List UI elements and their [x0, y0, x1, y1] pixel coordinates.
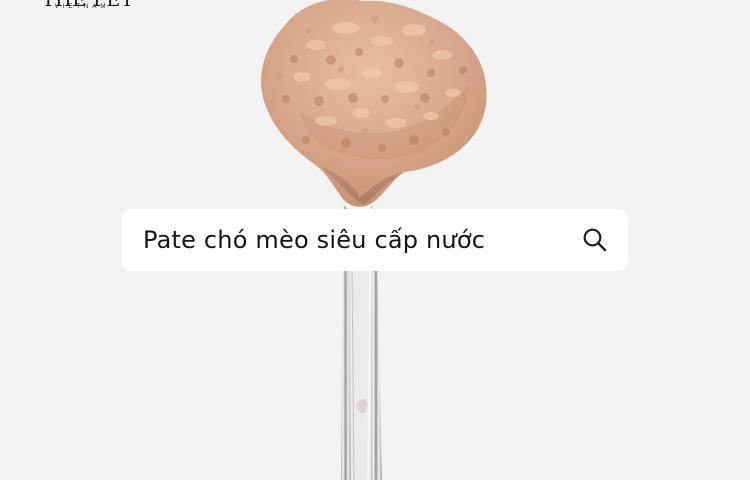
brand-logo: THE PET VIETNAM — [42, 0, 133, 20]
brand-logo-sub: VIETNAM — [54, 4, 110, 10]
pate-scoop — [261, 0, 487, 207]
promo-image: THE PET VIETNAM Pate chó mèo siêu cấp nư… — [0, 0, 750, 480]
search-bar[interactable]: Pate chó mèo siêu cấp nước — [122, 209, 628, 271]
search-icon[interactable] — [581, 226, 609, 254]
search-query[interactable]: Pate chó mèo siêu cấp nước — [143, 224, 485, 256]
